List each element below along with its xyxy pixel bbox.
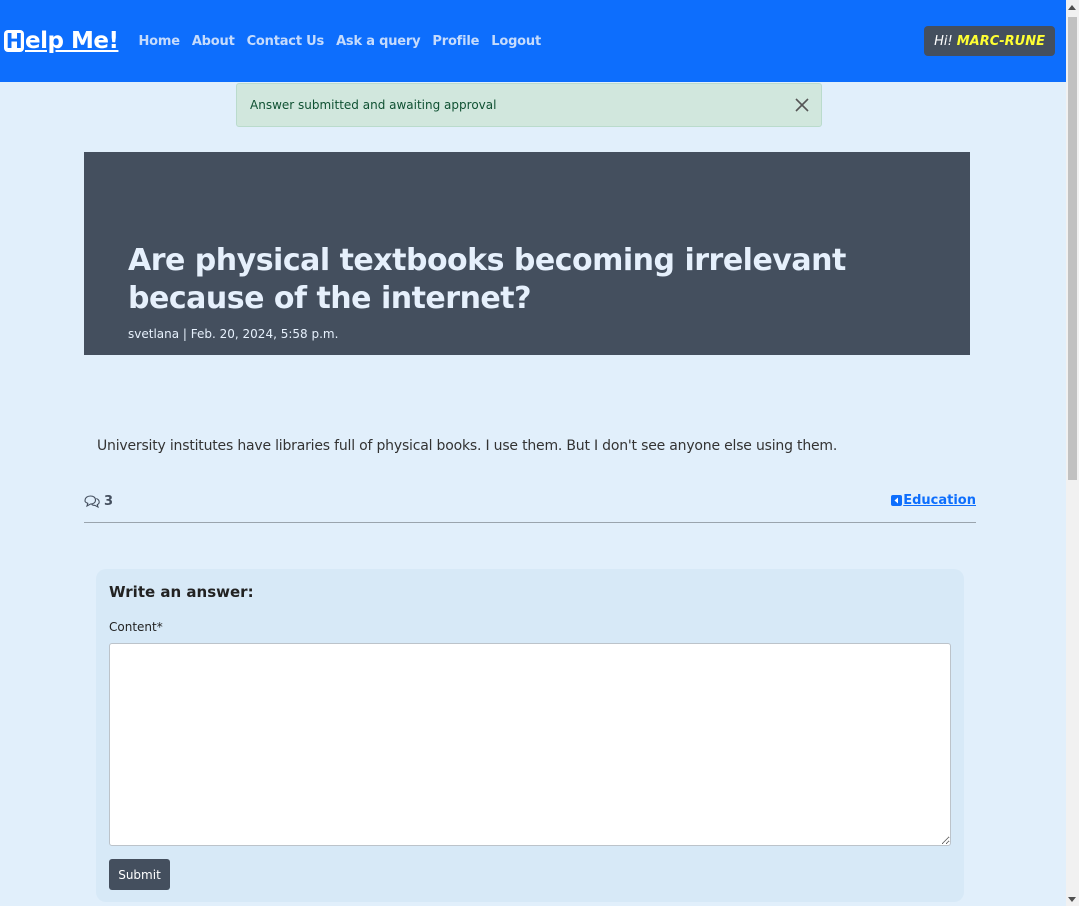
user-greeting-badge: Hi! MARC-RUNE <box>924 26 1055 56</box>
post-header: Are physical textbooks becoming irreleva… <box>84 152 970 355</box>
nav-links: Home About Contact Us Ask a query Profil… <box>132 34 547 49</box>
nav-link-contact-us[interactable]: Contact Us <box>247 34 325 49</box>
post-title: Are physical textbooks becoming irreleva… <box>128 243 846 316</box>
answer-content-textarea[interactable] <box>109 643 951 846</box>
close-icon[interactable] <box>793 96 811 114</box>
brand-logo-link[interactable]: Help Me! <box>4 28 119 54</box>
nav-link-home[interactable]: Home <box>138 34 180 49</box>
nav-link-about[interactable]: About <box>192 34 235 49</box>
answer-form-heading: Write an answer: <box>109 583 254 601</box>
comment-count: 3 <box>83 493 113 509</box>
category-label: Education <box>903 493 976 508</box>
top-navbar: Help Me! Home About Contact Us Ask a que… <box>0 0 1066 82</box>
alert-message: Answer submitted and awaiting approval <box>250 98 497 112</box>
content-divider <box>84 522 976 523</box>
content-field-label: Content* <box>109 620 163 634</box>
submit-button[interactable]: Submit <box>109 859 170 890</box>
chat-bubbles-icon <box>83 493 101 509</box>
comment-count-value: 3 <box>104 493 114 509</box>
caret-left-square-icon <box>891 495 903 506</box>
scrollbar-thumb[interactable] <box>1068 17 1077 480</box>
answer-form-card: Write an answer: Content* Submit <box>96 569 964 902</box>
success-alert: Answer submitted and awaiting approval <box>236 83 822 127</box>
page-scrollbar[interactable] <box>1066 0 1079 906</box>
scroll-down-arrow-icon[interactable] <box>1068 897 1076 902</box>
greeting-prefix: Hi! <box>934 33 953 49</box>
nav-link-logout[interactable]: Logout <box>491 34 541 49</box>
post-body: University institutes have libraries ful… <box>97 438 838 454</box>
category-link-education[interactable]: Education <box>891 493 976 508</box>
post-meta: svetlana | Feb. 20, 2024, 5:58 p.m. <box>128 327 339 341</box>
nav-link-ask-a-query[interactable]: Ask a query <box>336 34 421 49</box>
brand-initial: H <box>4 29 24 53</box>
greeting-username: MARC-RUNE <box>956 33 1045 49</box>
brand-text: elp Me! <box>25 28 119 54</box>
nav-link-profile[interactable]: Profile <box>432 34 479 49</box>
scroll-up-arrow-icon[interactable] <box>1068 5 1076 10</box>
